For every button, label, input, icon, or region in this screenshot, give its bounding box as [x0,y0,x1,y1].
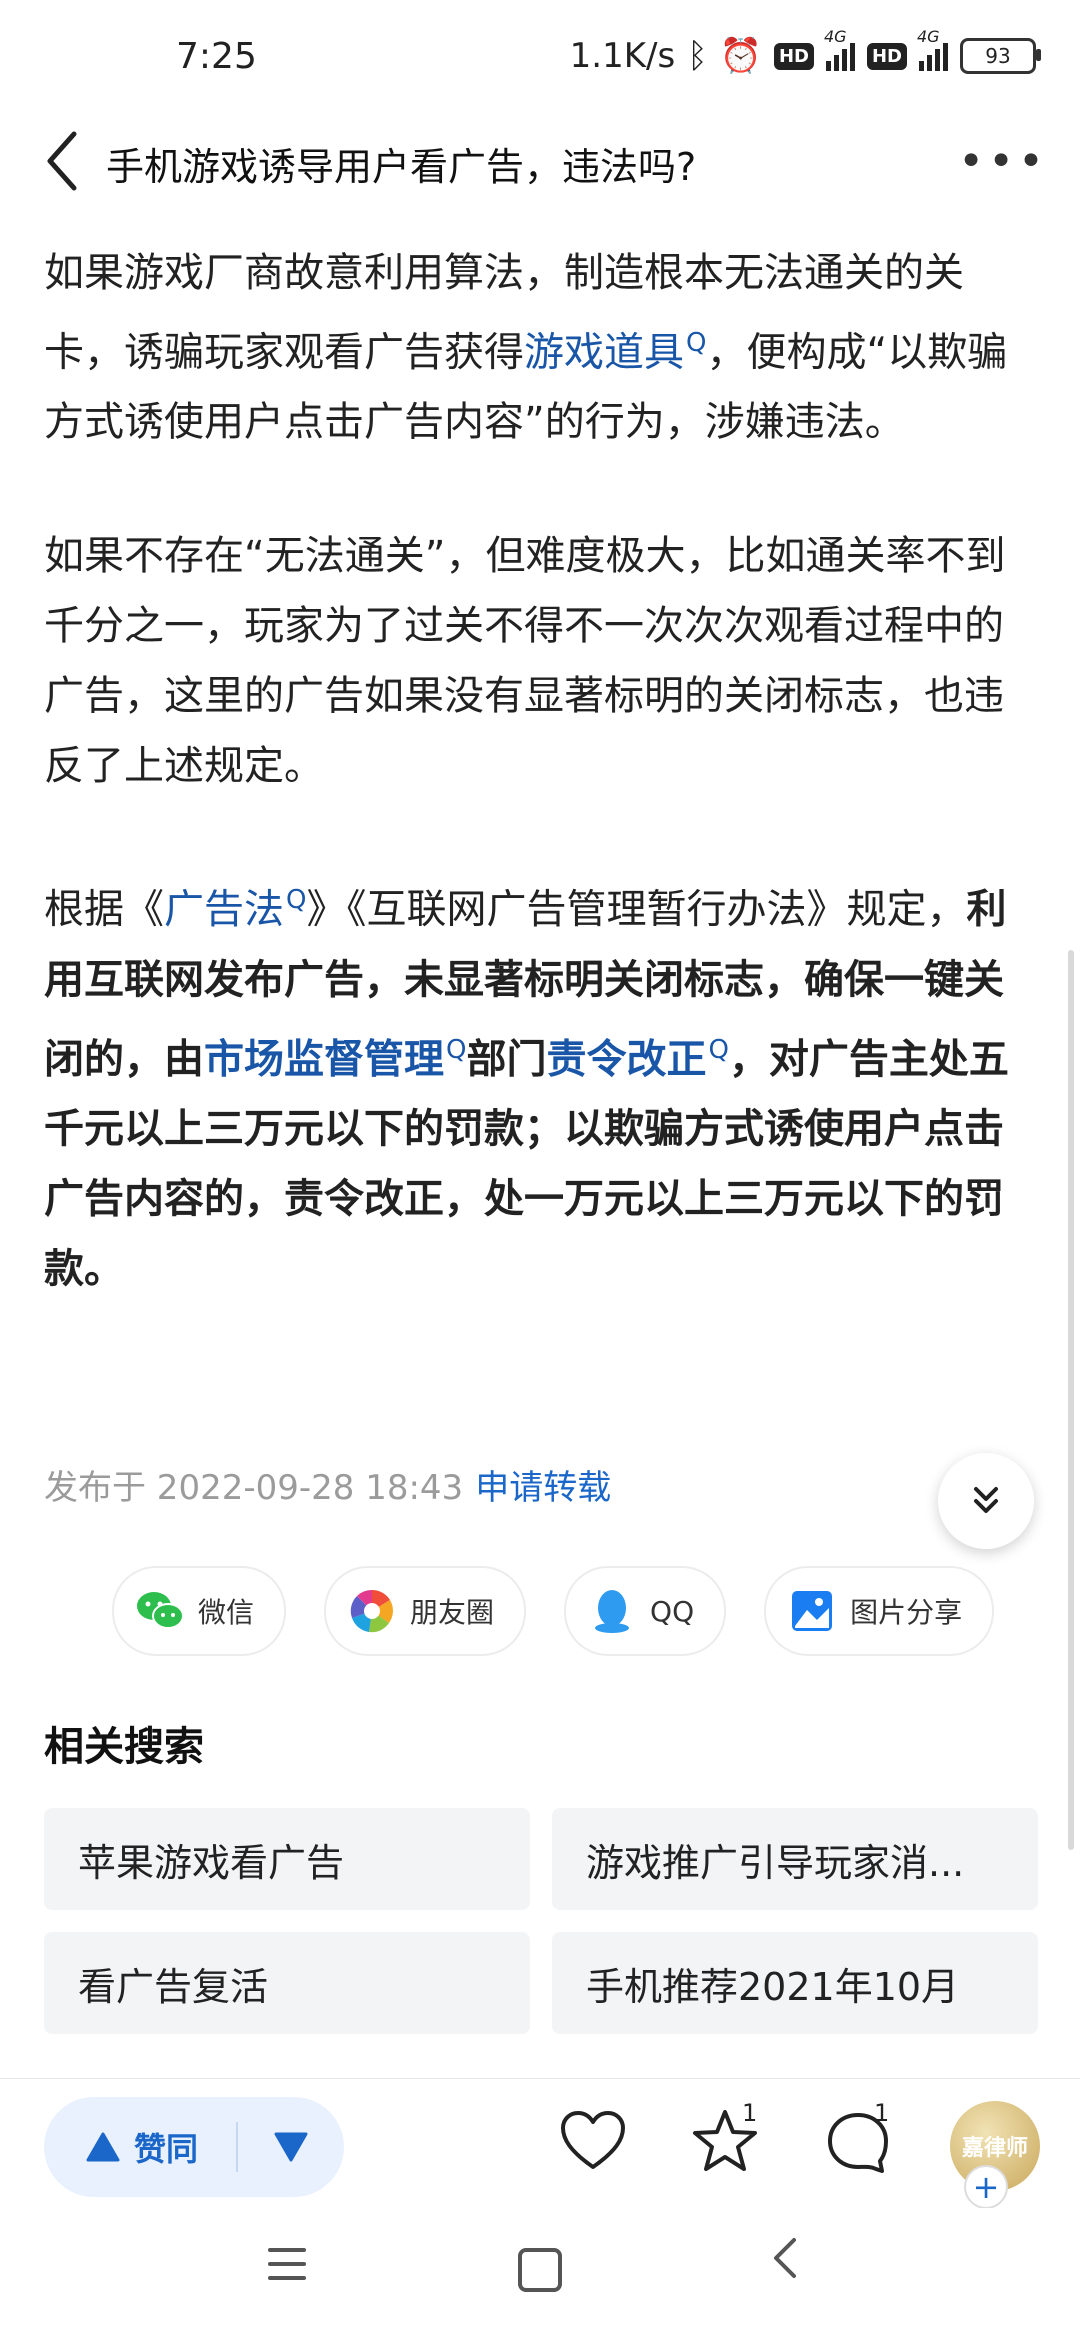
disagree-button[interactable] [238,2132,344,2162]
related-search-item[interactable]: 游戏推广引导玩家消... [552,1808,1038,1910]
hd-badge-2: HD [866,42,907,70]
triangle-up-icon [86,2132,120,2162]
search-mark-icon: Q [286,885,307,916]
app-header: 手机游戏诱导用户看广告，违法吗? ••• [0,110,1080,220]
share-qq-button[interactable]: QQ [564,1566,727,1656]
back-arrow-icon[interactable] [40,126,90,196]
reprint-link[interactable]: 申请转载 [475,1468,611,1508]
share-image-button[interactable]: 图片分享 [764,1566,995,1656]
article-body: 如果游戏厂商故意利用算法，制造根本无法通关的关卡，诱骗玩家观看广告获得游戏道具Q… [44,238,1024,1368]
bluetooth-icon: ᛒ [687,36,708,76]
status-bar: 7:25 1.1K/s ᛒ ⏰ HD 4G HD 4G 93 [0,0,1080,120]
related-search-item[interactable]: 看广告复活 [44,1932,530,2034]
search-mark-icon: Q [708,1034,729,1065]
menu-icon[interactable] [268,2248,306,2290]
link-order-correction[interactable]: 责令改正 [546,1036,706,1082]
agree-button[interactable]: 赞同 [44,2124,236,2170]
comment-count: 1 [874,2099,890,2127]
search-mark-icon: Q [446,1034,467,1065]
hd-badge: HD [773,42,814,70]
avatar-text: 嘉律师 [961,2136,1028,2161]
share-row: 微信 朋友圈 QQ 图片分享 [112,1566,995,1656]
share-moments-button[interactable]: 朋友圈 [324,1566,527,1656]
page-title: 手机游戏诱导用户看广告，违法吗? [106,145,697,189]
related-search-item[interactable]: 手机推荐2021年10月 [552,1932,1038,2034]
paragraph-1: 如果游戏厂商故意利用算法，制造根本无法通关的关卡，诱骗玩家观看广告获得游戏道具Q… [44,250,1008,446]
signal-icon-2: 4G [917,27,948,71]
publish-info: 发布于 2022-09-28 18:43 申请转载 [44,1460,611,1509]
signal-icon: 4G [824,27,855,71]
publish-date: 发布于 2022-09-28 18:43 [44,1468,464,1508]
more-options-icon[interactable]: ••• [958,136,1048,187]
home-icon[interactable] [518,2248,562,2292]
nav-back-icon[interactable] [770,2236,800,2280]
link-ad-law[interactable]: 广告法 [164,887,284,933]
scrollbar[interactable] [1068,950,1074,1850]
paragraph-3: 根据《广告法Q》《互联网广告管理暂行办法》规定，利用互联网发布广告，未显著标明关… [44,885,1009,1292]
favorite-count: 1 [742,2099,758,2127]
paragraph-2: 如果不存在“无法通关”，但难度极大，比如通关率不到千分之一，玩家为了过关不得不一… [44,533,1006,790]
share-wechat-button[interactable]: 微信 [112,1566,287,1656]
qq-icon [588,1587,636,1635]
heart-icon[interactable] [560,2111,626,2171]
triangle-down-icon [274,2132,308,2162]
search-mark-icon: Q [686,328,707,358]
double-chevron-down-icon [974,1487,998,1513]
related-searches-title: 相关搜索 [44,1724,204,1770]
related-searches-grid: 苹果游戏看广告 游戏推广引导玩家消... 看广告复活 手机推荐2021年10月 [44,1808,1038,2034]
expand-double-chevron-button[interactable] [938,1453,1034,1549]
related-search-item[interactable]: 苹果游戏看广告 [44,1808,530,1910]
link-market-supervision[interactable]: 市场监督管理 [204,1036,444,1082]
link-game-props[interactable]: 游戏道具 [524,329,684,375]
agree-label: 赞同 [134,2130,199,2168]
wechat-icon [136,1587,184,1635]
status-icons: 1.1K/s ᛒ ⏰ HD 4G HD 4G 93 [569,27,1041,76]
moments-icon [348,1587,396,1635]
status-time: 7:25 [176,36,257,77]
bottom-action-bar: 赞同 1 1 嘉律师 + [0,2078,1080,2209]
follow-plus-icon[interactable]: + [964,2165,1008,2209]
net-speed: 1.1K/s [569,36,676,76]
alarm-icon: ⏰ [719,36,762,76]
system-navigation-bar [0,2208,1080,2340]
image-share-icon [788,1587,836,1635]
vote-pill: 赞同 [44,2097,344,2197]
battery-icon: 93 [960,38,1041,74]
